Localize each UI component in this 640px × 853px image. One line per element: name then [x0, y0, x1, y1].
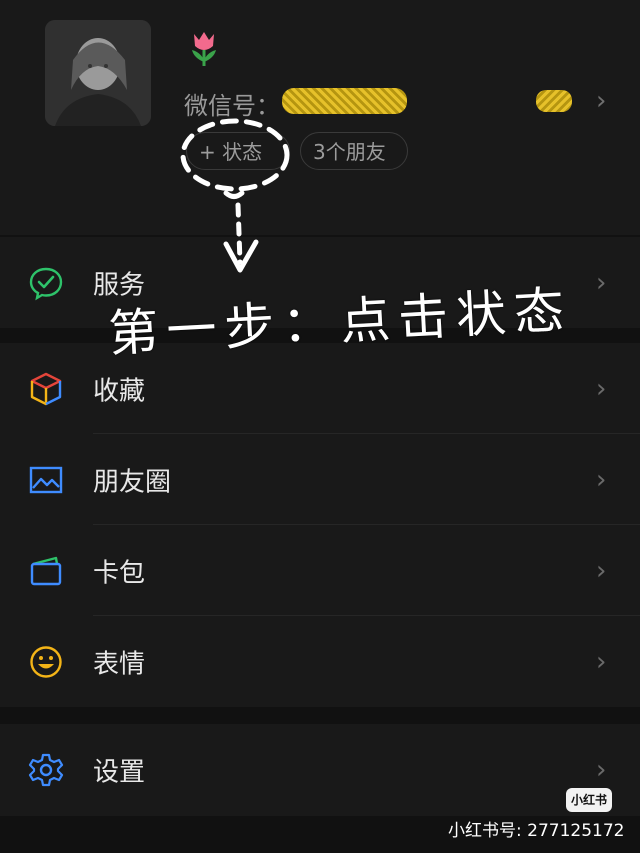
services-icon [28, 265, 64, 301]
friends-button[interactable]: 3个朋友 [300, 132, 408, 170]
watermark-id: 小红书号: 277125172 [448, 821, 625, 841]
avatar[interactable] [45, 20, 151, 126]
profile-chevron-icon[interactable]: › [596, 86, 606, 116]
wechat-id-label: 微信号： [184, 92, 280, 120]
chevron-right-icon: › [596, 646, 607, 677]
cube-icon [28, 371, 64, 407]
watermark-badge: 小红书 [566, 788, 612, 812]
menu-label-moments: 朋友圈 [93, 467, 172, 497]
menu-item-settings[interactable]: 设置 › [0, 724, 640, 816]
chevron-right-icon: › [596, 464, 607, 495]
qr-code-icon[interactable] [536, 90, 572, 112]
wechat-id-redacted [282, 88, 407, 114]
profile-header[interactable]: 微信号： › + 状态 3个朋友 [0, 0, 640, 235]
gear-icon [28, 752, 64, 788]
smiley-icon [28, 644, 64, 680]
status-button[interactable]: + 状态 [186, 132, 290, 170]
tools-group: 收藏 › 朋友圈 › 卡包 › 表情 › [0, 343, 640, 707]
chevron-right-icon: › [596, 373, 607, 404]
tulip-icon [186, 28, 222, 68]
menu-label-stickers: 表情 [93, 649, 146, 679]
menu-label-settings: 设置 [93, 757, 146, 788]
chevron-right-icon: › [596, 755, 607, 785]
menu-label-cards: 卡包 [93, 558, 146, 588]
menu-item-stickers[interactable]: 表情 › [0, 616, 640, 707]
chevron-right-icon: › [596, 267, 607, 298]
menu-item-cards[interactable]: 卡包 › [0, 525, 640, 616]
chevron-right-icon: › [596, 555, 607, 586]
moments-icon [28, 462, 64, 498]
menu-item-favorites[interactable]: 收藏 › [0, 343, 640, 434]
menu-item-moments[interactable]: 朋友圈 › [0, 434, 640, 525]
friends-button-label: 3个朋友 [313, 140, 386, 164]
status-button-label: + 状态 [199, 140, 263, 164]
wallet-icon [28, 553, 64, 589]
menu-label-favorites: 收藏 [93, 376, 146, 406]
settings-group: 设置 › [0, 724, 640, 816]
